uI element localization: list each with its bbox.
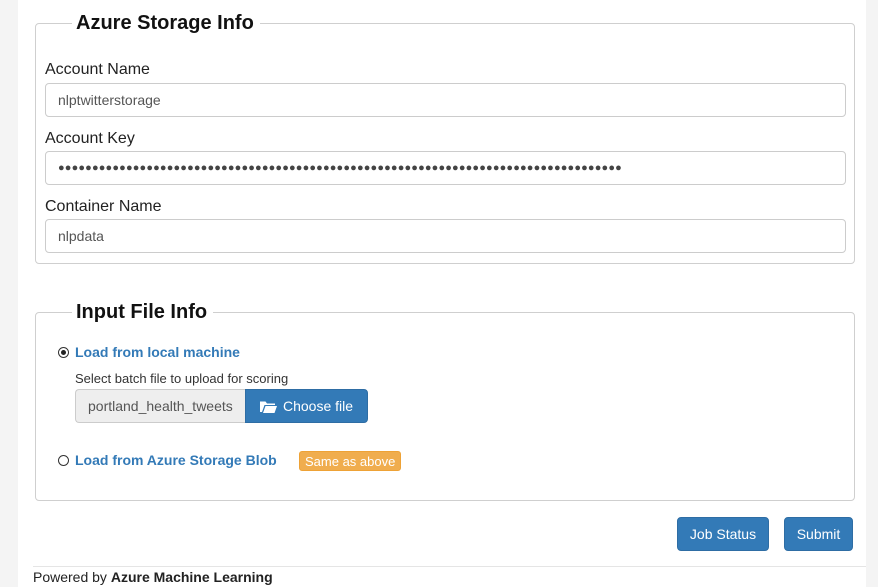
account-key-input[interactable]: ●●●●●●●●●●●●●●●●●●●●●●●●●●●●●●●●●●●●●●●●… xyxy=(45,151,846,185)
selected-file-display: portland_health_tweets xyxy=(75,389,246,423)
account-key-label: Account Key xyxy=(45,130,135,147)
footer: Powered by Azure Machine Learning xyxy=(33,569,273,585)
local-machine-label[interactable]: Load from local machine xyxy=(75,344,240,360)
local-machine-radio[interactable] xyxy=(58,346,69,358)
same-as-above-badge: Same as above xyxy=(299,451,402,471)
azure-storage-title: Azure Storage Info xyxy=(72,11,260,35)
azure-blob-option[interactable]: Load from Azure Storage Blob xyxy=(58,451,277,469)
input-file-panel: Input File Info Load from local machine … xyxy=(35,300,855,501)
footer-prefix: Powered by xyxy=(33,569,111,585)
choose-file-button[interactable]: Choose file xyxy=(245,389,368,423)
local-machine-option[interactable]: Load from local machine xyxy=(58,343,240,361)
container-name-label: Container Name xyxy=(45,198,162,215)
footer-divider xyxy=(33,566,866,567)
account-name-input[interactable] xyxy=(45,83,846,117)
azure-blob-radio[interactable] xyxy=(58,454,69,466)
footer-brand: Azure Machine Learning xyxy=(110,569,273,585)
folder-open-icon xyxy=(259,401,277,413)
job-status-button[interactable]: Job Status xyxy=(677,517,769,551)
input-file-title: Input File Info xyxy=(72,300,214,324)
batch-file-hint: Select batch file to upload for scoring xyxy=(75,371,289,386)
page-container: Azure Storage Info Account Name Account … xyxy=(18,0,866,587)
submit-button[interactable]: Submit xyxy=(784,517,853,551)
container-name-input[interactable] xyxy=(45,219,846,253)
azure-storage-panel: Azure Storage Info Account Name Account … xyxy=(35,11,855,264)
account-name-label: Account Name xyxy=(45,61,150,78)
choose-file-label: Choose file xyxy=(282,398,354,414)
azure-blob-label[interactable]: Load from Azure Storage Blob xyxy=(75,452,277,468)
